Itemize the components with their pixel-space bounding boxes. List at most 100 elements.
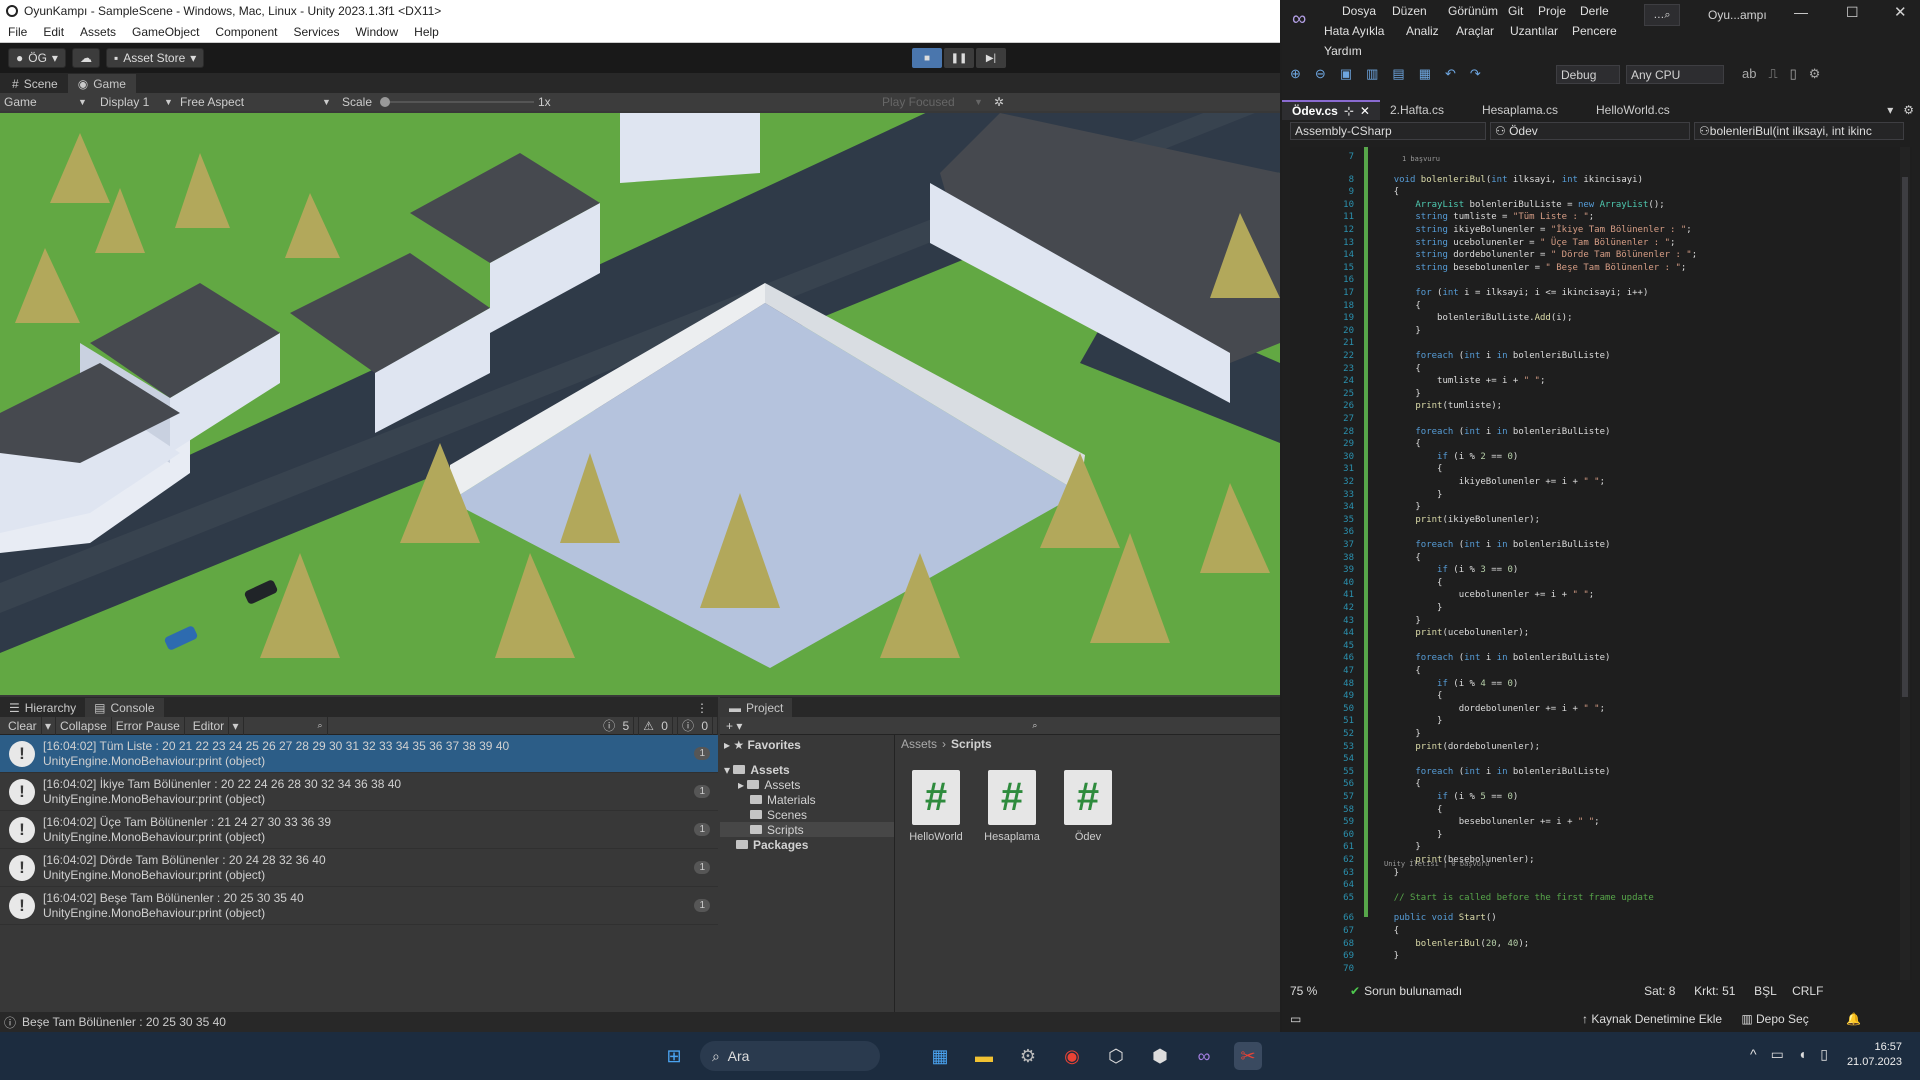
attach-icon[interactable]: ⎍ bbox=[1768, 66, 1777, 82]
menu-edit[interactable]: Edit bbox=[35, 25, 72, 39]
console-search[interactable]: ⌕ bbox=[244, 716, 600, 735]
console-entry[interactable]: ! [16:04:02] Tüm Liste : 20 21 22 23 24 … bbox=[0, 735, 718, 773]
menu-git[interactable]: Git bbox=[1508, 4, 1523, 18]
code-line[interactable]: { bbox=[1372, 552, 1420, 564]
menu-analiz[interactable]: Analiz bbox=[1406, 24, 1439, 38]
start-icon[interactable]: ⊞ bbox=[660, 1042, 688, 1070]
battery-icon[interactable]: ▯ bbox=[1820, 1046, 1828, 1063]
comment-icon[interactable]: ab bbox=[1742, 66, 1756, 82]
menu-dosya[interactable]: Dosya bbox=[1342, 4, 1376, 18]
tab-2hafta-cs[interactable]: 2.Hafta.cs bbox=[1380, 100, 1454, 120]
code-text[interactable]: 1 başvuru Unity İletisi | 0 başvuru void… bbox=[1372, 147, 1902, 980]
settings-icon[interactable]: ⚙ bbox=[1809, 66, 1821, 82]
menu-derle[interactable]: Derle bbox=[1580, 4, 1609, 18]
code-line[interactable]: { bbox=[1372, 438, 1420, 450]
tree-item-scripts[interactable]: Scripts bbox=[720, 822, 894, 837]
codelens-hint[interactable]: 1 başvuru bbox=[1402, 153, 1440, 165]
code-line[interactable]: } bbox=[1372, 950, 1399, 962]
code-line[interactable]: // Start is called before the first fram… bbox=[1372, 892, 1654, 904]
unity-hub-icon[interactable]: ⬡ bbox=[1102, 1042, 1130, 1070]
tab-scene[interactable]: # Scene bbox=[2, 74, 68, 93]
config-dropdown[interactable]: Debug bbox=[1556, 65, 1620, 84]
issues-status[interactable]: Sorun bulunamadı bbox=[1364, 984, 1564, 998]
account-button[interactable]: ● ÖG ▾ bbox=[8, 48, 66, 68]
code-line[interactable]: } bbox=[1372, 841, 1420, 853]
code-line[interactable]: foreach (int i in bolenleriBulListe) bbox=[1372, 426, 1610, 438]
aspect-dropdown[interactable]: Free Aspect bbox=[180, 95, 244, 109]
menu-proje[interactable]: Proje bbox=[1538, 4, 1566, 18]
minimize-icon[interactable]: — bbox=[1794, 4, 1808, 20]
log-count-toggle[interactable]: ⓘ 5 bbox=[599, 716, 640, 735]
add-icon[interactable]: + ▾ bbox=[726, 719, 742, 733]
editor-dropdown[interactable]: Editor ▾ bbox=[185, 716, 244, 735]
code-line[interactable]: print(ikiyeBolunenler); bbox=[1372, 514, 1540, 526]
code-line[interactable]: if (i % 5 == 0) bbox=[1372, 791, 1518, 803]
menu-pencere[interactable]: Pencere bbox=[1572, 24, 1617, 38]
tree-item-assets[interactable]: ▸ Assets bbox=[720, 777, 894, 792]
tree-favorites[interactable]: ▸ ★ Favorites bbox=[720, 737, 894, 752]
save-all-icon[interactable]: ▦ bbox=[1419, 66, 1431, 82]
code-line[interactable]: } bbox=[1372, 728, 1420, 740]
bug-icon[interactable]: ✲ bbox=[994, 95, 1004, 109]
source-control-button[interactable]: Kaynak Denetimine Ekle bbox=[1591, 1012, 1741, 1026]
code-line[interactable]: { bbox=[1372, 577, 1442, 589]
status-message[interactable]: Beşe Tam Bölünenler : 20 25 30 35 40 bbox=[22, 1015, 226, 1029]
class-dropdown[interactable]: ⚇ Ödev bbox=[1490, 122, 1690, 140]
close-icon[interactable]: ✕ bbox=[1360, 104, 1370, 118]
menu-assets[interactable]: Assets bbox=[72, 25, 124, 39]
menu-help[interactable]: Help bbox=[406, 25, 447, 39]
code-line[interactable]: } bbox=[1372, 501, 1420, 513]
search-icon[interactable]: ⌕ bbox=[1032, 720, 1037, 731]
code-line[interactable]: foreach (int i in bolenleriBulListe) bbox=[1372, 766, 1610, 778]
code-line[interactable]: ikiyeBolunenler += i + " "; bbox=[1372, 476, 1605, 488]
code-line[interactable]: { bbox=[1372, 665, 1420, 677]
tab-hierarchy[interactable]: ☰ Hierarchy bbox=[0, 698, 85, 717]
code-line[interactable]: print(tumliste); bbox=[1372, 400, 1502, 412]
column-number[interactable]: Krkt: 51 bbox=[1694, 984, 1754, 998]
code-line[interactable]: string tumliste = "Tüm Liste : "; bbox=[1372, 211, 1594, 223]
taskbar-search[interactable]: ⌕ Ara bbox=[700, 1041, 880, 1071]
menu-window[interactable]: Window bbox=[347, 25, 406, 39]
redo-icon[interactable]: ↷ bbox=[1470, 66, 1481, 82]
code-line[interactable]: print(dordebolunenler); bbox=[1372, 741, 1540, 753]
code-line[interactable]: string ucebolunenler = " Üçe Tam Bölünen… bbox=[1372, 237, 1675, 249]
code-line[interactable]: besebolunenler += i + " "; bbox=[1372, 816, 1600, 828]
code-line[interactable]: } bbox=[1372, 325, 1420, 337]
layout-icon[interactable]: ▯ bbox=[1790, 66, 1797, 82]
code-line[interactable]: public void Start() bbox=[1372, 912, 1497, 924]
play-focused-dropdown[interactable]: Play Focused bbox=[882, 95, 955, 109]
tab-helloworld-cs[interactable]: HelloWorld.cs bbox=[1586, 100, 1680, 120]
code-line[interactable]: } bbox=[1372, 867, 1399, 879]
tree-packages[interactable]: Packages bbox=[720, 837, 894, 852]
code-line[interactable]: { bbox=[1372, 804, 1442, 816]
code-line[interactable]: if (i % 2 == 0) bbox=[1372, 451, 1518, 463]
code-line[interactable]: print(besebolunenler); bbox=[1372, 854, 1534, 866]
tab-console[interactable]: ▤ Console bbox=[85, 698, 164, 717]
code-line[interactable]: } bbox=[1372, 602, 1442, 614]
error-count-toggle[interactable]: ⓘ 0 bbox=[678, 716, 718, 735]
warning-count-toggle[interactable]: ⚠ 0 bbox=[639, 716, 678, 735]
menu-gameobject[interactable]: GameObject bbox=[124, 25, 207, 39]
code-line[interactable]: if (i % 4 == 0) bbox=[1372, 678, 1518, 690]
tab-odev-cs[interactable]: Ödev.cs ⊹ ✕ bbox=[1282, 100, 1380, 120]
code-line[interactable]: dordebolunenler += i + " "; bbox=[1372, 703, 1605, 715]
vs-search-button[interactable]: …⌕ bbox=[1644, 4, 1680, 26]
play-button[interactable]: ■ bbox=[912, 48, 942, 68]
tab-project[interactable]: ▬ Project bbox=[720, 698, 793, 717]
code-line[interactable]: void bolenleriBul(int ilksayi, int ikinc… bbox=[1372, 174, 1643, 186]
console-entry[interactable]: ! [16:04:02] Dörde Tam Bölünenler : 20 2… bbox=[0, 849, 718, 887]
settings-icon[interactable]: ⚙ bbox=[1014, 1042, 1042, 1070]
close-icon[interactable]: ✕ bbox=[1894, 3, 1907, 21]
undo-icon[interactable]: ↶ bbox=[1445, 66, 1456, 82]
snipping-tool-icon[interactable]: ✂ bbox=[1234, 1042, 1262, 1070]
line-number[interactable]: Sat: 8 bbox=[1644, 984, 1694, 998]
pause-button[interactable]: ❚❚ bbox=[944, 48, 974, 68]
code-line[interactable]: { bbox=[1372, 925, 1399, 937]
code-editor[interactable]: 7 8 9 10 11 12 13 14 15 16 17 18 19 20 21 22 23 24 25 26 27 2… bbox=[1290, 147, 1912, 980]
code-line[interactable]: bolenleriBul(20, 40); bbox=[1372, 938, 1529, 950]
code-line[interactable]: { bbox=[1372, 300, 1420, 312]
bell-icon[interactable]: 🔔 bbox=[1846, 1012, 1861, 1026]
store-icon[interactable]: ▦ bbox=[926, 1042, 954, 1070]
breadcrumb-scripts[interactable]: Scripts bbox=[951, 737, 992, 751]
display-dropdown[interactable]: Display 1 bbox=[100, 95, 149, 109]
